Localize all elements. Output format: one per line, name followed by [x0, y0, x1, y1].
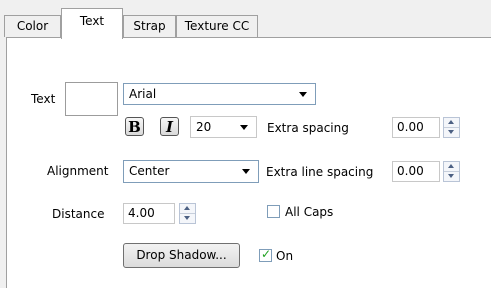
tab-color-label: Color: [16, 19, 49, 33]
extra-line-spacing-input[interactable]: 0.00: [392, 161, 440, 182]
extra-line-spacing-stepper[interactable]: [443, 161, 460, 182]
extra-spacing-label: Extra spacing: [267, 121, 349, 135]
extra-line-spacing-value: 0.00: [397, 164, 424, 178]
tab-color[interactable]: Color: [4, 15, 61, 37]
tab-text-label: Text: [79, 14, 105, 28]
tab-strip: Color Text Strap Texture CC: [0, 0, 491, 39]
extra-spacing-input[interactable]: 0.00: [392, 117, 440, 138]
spin-up-icon[interactable]: [180, 204, 195, 214]
spin-up-icon[interactable]: [444, 118, 459, 128]
tab-strap[interactable]: Strap: [123, 15, 176, 37]
tab-strap-label: Strap: [133, 19, 166, 33]
italic-icon: I: [165, 118, 174, 136]
chevron-down-icon: [299, 92, 307, 97]
distance-value: 4.00: [128, 206, 155, 220]
extra-line-spacing-label: Extra line spacing: [266, 165, 374, 179]
spin-down-icon[interactable]: [180, 214, 195, 223]
drop-shadow-on-label: On: [276, 249, 294, 263]
alignment-value: Center: [129, 164, 170, 178]
font-select-value: Arial: [129, 87, 157, 101]
distance-stepper[interactable]: [179, 203, 196, 224]
checkmark-icon: ✓: [260, 247, 272, 261]
extra-spacing-stepper[interactable]: [443, 117, 460, 138]
chevron-down-icon: [242, 169, 250, 174]
font-size-value: 20: [196, 120, 212, 134]
extra-spacing-value: 0.00: [397, 120, 424, 134]
font-select[interactable]: Arial: [123, 83, 316, 105]
tab-texture-cc-label: Texture CC: [184, 19, 250, 33]
distance-input[interactable]: 4.00: [123, 203, 175, 224]
drop-shadow-on-checkbox[interactable]: ✓: [259, 247, 272, 262]
font-size-select[interactable]: 20: [190, 116, 257, 138]
text-label: Text: [31, 92, 56, 106]
distance-label: Distance: [52, 207, 105, 221]
tab-texture-cc[interactable]: Texture CC: [176, 15, 258, 37]
drop-shadow-button[interactable]: Drop Shadow...: [123, 243, 240, 268]
all-caps-label: All Caps: [285, 205, 334, 219]
bold-button[interactable]: B: [125, 117, 144, 136]
spin-down-icon[interactable]: [444, 128, 459, 137]
spin-up-icon[interactable]: [444, 162, 459, 172]
tab-text[interactable]: Text: [61, 8, 123, 39]
text-color-swatch[interactable]: [65, 82, 118, 116]
italic-button[interactable]: I: [160, 117, 179, 136]
bold-icon: B: [128, 118, 141, 136]
alignment-label: Alignment: [47, 164, 109, 178]
all-caps-checkbox[interactable]: [267, 205, 280, 218]
drop-shadow-button-label: Drop Shadow...: [136, 248, 227, 262]
chevron-down-icon: [240, 125, 248, 130]
spin-down-icon[interactable]: [444, 172, 459, 181]
alignment-select[interactable]: Center: [123, 160, 259, 183]
